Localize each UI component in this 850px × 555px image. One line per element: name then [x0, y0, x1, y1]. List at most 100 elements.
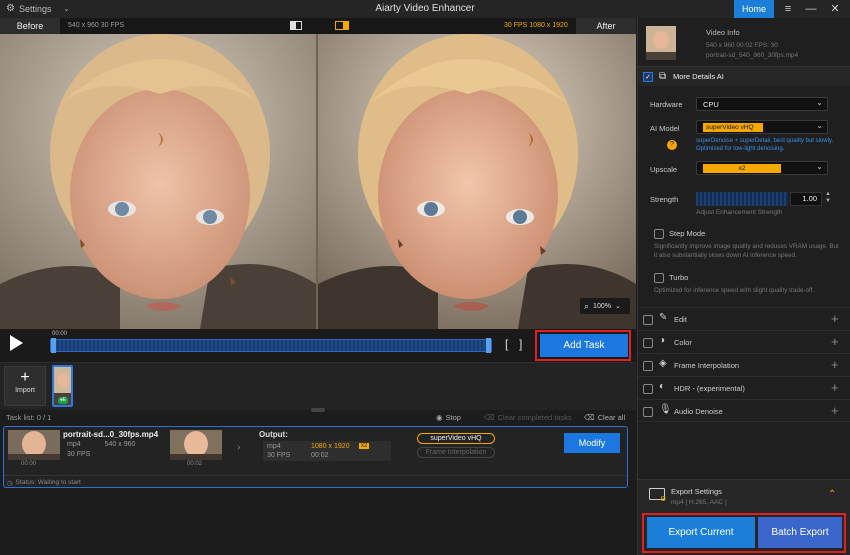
export-current-button[interactable]: Export Current	[647, 517, 755, 548]
after-info: 30 FPS 1080 x 1920	[504, 22, 568, 29]
plus-icon[interactable]: +	[831, 380, 839, 395]
mark-out-icon[interactable]: ]	[519, 337, 522, 351]
color-checkbox[interactable]	[643, 338, 653, 348]
step-mode-checkbox[interactable]	[654, 229, 664, 239]
section-audio-denoise[interactable]: 🎙 Audio Denoise +	[638, 399, 850, 422]
export-settings-label[interactable]: Export Settings	[671, 487, 722, 496]
strength-input[interactable]: 1.00	[790, 192, 822, 206]
video-info-thumbnail	[646, 26, 676, 60]
section-frame-interpolation[interactable]: ◈ Frame Interpolation +	[638, 353, 850, 376]
timeline-track[interactable]	[50, 339, 492, 352]
output-scale-badge: x2	[359, 443, 370, 449]
clear-all-button[interactable]: ⌫ Clear all	[584, 413, 625, 422]
broom-icon: ⌫	[584, 413, 595, 422]
end-handle[interactable]	[486, 338, 491, 353]
strength-hint: Adjust Enhancement Strength	[696, 209, 783, 216]
split-view-icon[interactable]	[290, 21, 302, 30]
source-time-start: 00:00	[21, 461, 37, 467]
minimize-icon[interactable]: —	[801, 1, 821, 17]
close-icon[interactable]: ✕	[825, 1, 845, 17]
video-info-line1: 540 x 960 00:02 FPS: 30	[706, 42, 778, 49]
edit-icon: ✎	[659, 312, 668, 323]
clock-icon: ◷	[7, 480, 13, 487]
section-hdr[interactable]: ◐ HDR - (experimental) +	[638, 376, 850, 399]
timeline-bar: 00:00 [ ] Add Task	[0, 329, 636, 362]
menu-icon[interactable]: ≡	[778, 1, 798, 17]
hardware-label: Hardware	[650, 100, 683, 109]
modify-button[interactable]: Modify	[564, 433, 620, 453]
export-format: mp4 [ H.265, AAC ]	[671, 499, 727, 506]
task-file-name: portrait-sd...0_30fps.mp4	[63, 430, 159, 439]
chevron-double-up-icon[interactable]: ⌃	[828, 489, 836, 500]
chevron-down-icon: ⌄	[614, 303, 621, 310]
plus-icon[interactable]: +	[831, 403, 839, 418]
mark-in-icon[interactable]: [	[505, 337, 508, 351]
ai-model-label: AI Model	[650, 124, 680, 133]
batch-export-button[interactable]: Batch Export	[758, 517, 842, 548]
play-icon[interactable]	[10, 335, 23, 351]
more-details-ai-header[interactable]: ✓ ⧉ More Details AI	[638, 66, 850, 86]
turbo-label: Turbo	[669, 273, 689, 282]
task-list: Task list: 0 / 1 ◉ Stop ⌫ Clear completed …	[0, 408, 636, 555]
export-settings-icon: ⚙	[649, 488, 666, 503]
after-tab: After	[576, 18, 636, 34]
model-tag: superVideo vHQ	[417, 433, 495, 444]
start-handle[interactable]	[51, 338, 56, 353]
clear-completed-button[interactable]: ⌫ Clear completed tasks	[484, 413, 572, 422]
hdr-icon: ◐	[659, 381, 666, 392]
media-thumbnail[interactable]: ●E	[52, 365, 73, 407]
magnifier-icon: ⌕	[584, 300, 590, 311]
frame-interpolation-checkbox[interactable]	[643, 361, 653, 371]
output-resolution: 1080 x 1920	[311, 443, 350, 450]
color-icon: ◑	[659, 335, 666, 346]
source-format: mp4	[67, 441, 81, 448]
ai-icon: ⧉	[659, 71, 667, 82]
side-by-side-icon[interactable]	[335, 21, 349, 30]
frame-interpolation-tag: Frame Interpolation	[417, 447, 495, 458]
video-info-line2: portrait-sd_540_960_30fps.mp4	[706, 52, 799, 59]
enhanced-badge: ●E	[58, 397, 68, 404]
output-duration: 00:02	[311, 452, 329, 459]
task-status: ◷ Status: Waiting to start	[7, 479, 81, 487]
source-format-row: mp4 540 x 960	[67, 441, 135, 448]
source-fps: 30 FPS	[67, 451, 91, 458]
question-icon[interactable]: ?	[667, 140, 677, 150]
before-info: 540 x 960 30 FPS	[68, 22, 125, 29]
plus-icon[interactable]: +	[831, 311, 839, 326]
task-card[interactable]: 00:00 portrait-sd...0_30fps.mp4 mp4 540 …	[3, 426, 628, 488]
audio-denoise-checkbox[interactable]	[643, 407, 653, 417]
title-bar: ⚙ Settings ⌄ Aiarty Video Enhancer Home …	[0, 0, 850, 18]
strength-stepper[interactable]: ▲ ▼	[825, 191, 831, 205]
output-format: mp4	[267, 443, 281, 450]
chevron-down-icon: ⌄	[816, 121, 823, 130]
task-list-header: Task list: 0 / 1	[6, 413, 52, 422]
plus-icon[interactable]: +	[831, 357, 839, 372]
upscale-select[interactable]: x2 ⌄	[696, 161, 828, 175]
source-thumbnail	[8, 430, 60, 460]
hdr-checkbox[interactable]	[643, 384, 653, 394]
before-tab: Before	[0, 18, 60, 34]
add-task-button[interactable]: Add Task	[540, 334, 628, 357]
settings-panel: Video Info 540 x 960 00:02 FPS: 30 portr…	[637, 18, 850, 555]
section-edit[interactable]: ✎ Edit +	[638, 307, 850, 330]
output-thumbnail	[170, 430, 222, 460]
chevron-right-icon: ›	[237, 442, 241, 453]
resize-handle[interactable]	[311, 408, 325, 412]
frame-interpolation-icon: ◈	[659, 358, 667, 369]
import-button[interactable]: + Import	[4, 366, 46, 406]
turbo-checkbox[interactable]	[654, 273, 664, 283]
plus-icon[interactable]: +	[831, 334, 839, 349]
source-time-end: 00:02	[187, 461, 203, 467]
video-preview: ⌕ 100% ⌄	[0, 34, 636, 329]
stop-button[interactable]: ◉ Stop	[436, 413, 461, 422]
strength-slider[interactable]	[696, 192, 788, 206]
hardware-select[interactable]: CPU ⌄	[696, 97, 828, 111]
output-label: Output:	[259, 430, 288, 439]
ai-model-select[interactable]: superVideo vHQ ⌄	[696, 120, 828, 134]
app-title: Aiarty Video Enhancer	[375, 3, 475, 14]
more-details-checkbox[interactable]: ✓	[643, 72, 653, 82]
home-button[interactable]: Home	[734, 0, 774, 18]
edit-checkbox[interactable]	[643, 315, 653, 325]
section-color[interactable]: ◑ Color +	[638, 330, 850, 353]
zoom-control[interactable]: ⌕ 100% ⌄	[580, 298, 630, 314]
